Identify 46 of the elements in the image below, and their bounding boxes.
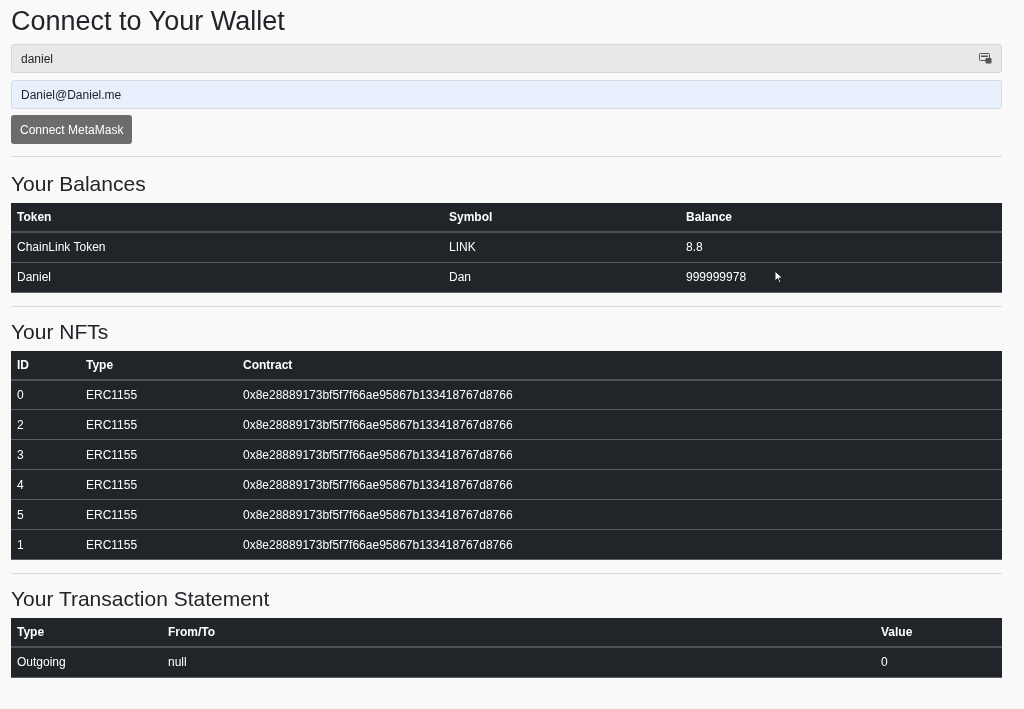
table-cell: ERC1155 [80, 529, 237, 560]
cursor-icon [774, 270, 785, 284]
column-header: Type [80, 350, 237, 380]
table-cell: 3 [11, 439, 80, 470]
table-cell: 0x8e28889173bf5f7f66ae95867b133418767d8766 [237, 409, 1002, 440]
column-header: Symbol [443, 203, 680, 232]
table-cell: 0x8e28889173bf5f7f66ae95867b133418767d8766 [237, 529, 1002, 560]
table-cell: 1 [11, 529, 80, 560]
table-cell: 999999978 [680, 262, 1002, 292]
email-input-field[interactable]: Daniel@Daniel.me [11, 80, 1002, 109]
table-cell: 2 [11, 409, 80, 440]
table-cell: 5 [11, 499, 80, 530]
section-heading: Your NFTs [11, 318, 110, 345]
section-heading: Your Balances [11, 171, 147, 197]
table-cell: ChainLink Token [11, 232, 443, 262]
table-cell: 8.8 [680, 232, 1002, 262]
table-cell: 0x8e28889173bf5f7f66ae95867b133418767d8766 [237, 439, 1002, 470]
column-header: Value [875, 618, 1002, 647]
field-value: daniel [21, 50, 54, 68]
table-cell: ERC1155 [80, 379, 237, 410]
section-heading: Your Transaction Statement [11, 586, 271, 612]
connect-button[interactable]: Connect MetaMask [11, 115, 133, 144]
table-cell: Outgoing [11, 647, 162, 677]
table-cell: 4 [11, 469, 80, 500]
column-header: From/To [162, 618, 875, 647]
table-cell: ERC1155 [80, 499, 237, 530]
table-cell: 0x8e28889173bf5f7f66ae95867b133418767d8766 [237, 499, 1002, 530]
contact-card-icon[interactable] [979, 53, 992, 64]
page-title: Connect to Your Wallet [11, 5, 286, 38]
table-cell: ERC1155 [80, 439, 237, 470]
column-header: Token [11, 203, 443, 232]
table-cell: ERC1155 [80, 409, 237, 440]
table-cell: Dan [443, 262, 680, 292]
table-cell: 0x8e28889173bf5f7f66ae95867b133418767d8766 [237, 469, 1002, 500]
table-cell: LINK [443, 232, 680, 262]
input-field[interactable]: daniel [11, 44, 1002, 73]
table-cell: 0x8e28889173bf5f7f66ae95867b133418767d8766 [237, 379, 1002, 410]
column-header: Contract [237, 350, 1002, 380]
table-cell: ERC1155 [80, 469, 237, 500]
column-header: ID [11, 350, 80, 380]
table-cell: Daniel [11, 262, 443, 292]
column-header: Balance [680, 203, 1002, 232]
table-cell: null [162, 647, 875, 677]
column-header: Type [11, 618, 162, 647]
table-cell: 0 [875, 647, 1002, 677]
table-cell: 0 [11, 379, 80, 410]
